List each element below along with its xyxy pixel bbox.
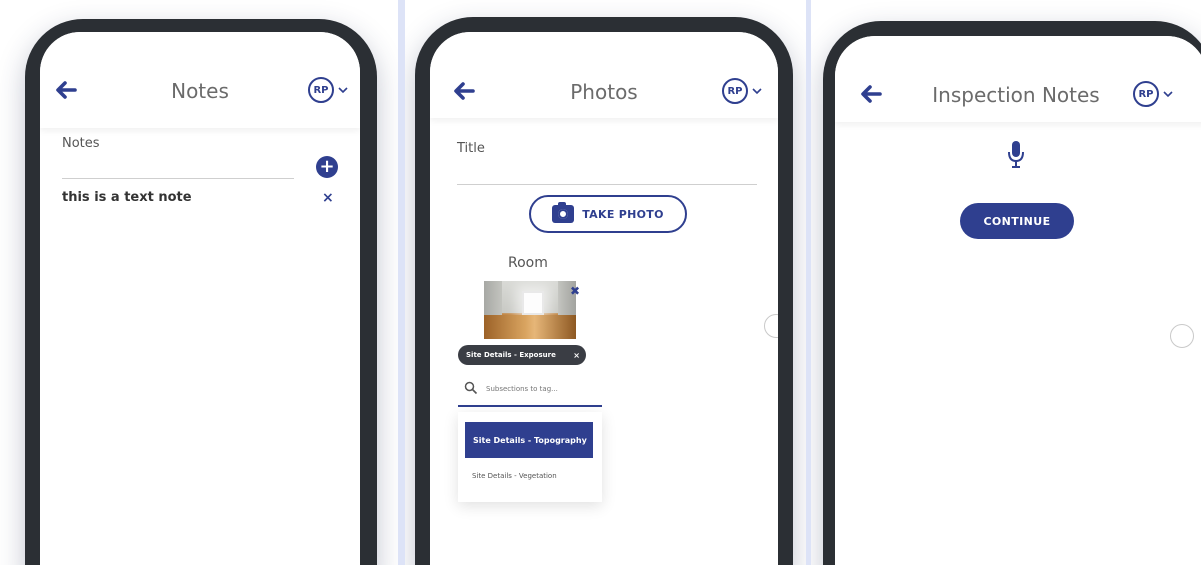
title-input-underline[interactable] <box>457 184 757 185</box>
search-input[interactable] <box>486 382 616 396</box>
search-icon <box>464 381 478 395</box>
app-bar: Notes RP <box>40 32 360 128</box>
scroll-handle[interactable] <box>1170 324 1194 348</box>
inspection-screen: Inspection Notes RP CONTINUE <box>835 36 1201 565</box>
chevron-down-icon[interactable] <box>752 87 762 95</box>
microphone-icon[interactable] <box>1006 140 1026 170</box>
chevron-down-icon[interactable] <box>338 86 348 94</box>
app-bar: Photos RP <box>430 32 778 118</box>
photos-screen: Photos RP Title TAKE PHOTO Room ✖ Site D… <box>430 32 778 565</box>
tag-dropdown: Site Details - Topography Site Details -… <box>458 412 602 502</box>
room-photo-thumbnail[interactable] <box>484 281 576 339</box>
camera-icon <box>552 202 575 223</box>
title-field-label: Title <box>457 141 485 156</box>
tag-chip[interactable]: Site Details - Exposure × <box>458 345 586 365</box>
notes-panel: Notes RP Notes + this is a text note × <box>0 0 398 565</box>
inspection-notes-panel: Inspection Notes RP CONTINUE <box>811 0 1201 565</box>
add-circle-icon[interactable]: + <box>316 156 338 178</box>
notes-input-underline[interactable] <box>62 178 294 179</box>
take-photo-label: TAKE PHOTO <box>582 207 664 221</box>
chevron-down-icon[interactable] <box>1163 90 1173 98</box>
notes-screen: Notes RP Notes + this is a text note × <box>40 32 360 565</box>
avatar[interactable]: RP <box>722 78 748 104</box>
notes-field-label: Notes <box>62 136 100 151</box>
note-item-text: this is a text note <box>62 190 192 205</box>
avatar[interactable]: RP <box>308 77 334 103</box>
app-bar: Inspection Notes RP <box>835 36 1201 122</box>
photos-panel: Photos RP Title TAKE PHOTO Room ✖ Site D… <box>405 0 806 565</box>
take-photo-button[interactable]: TAKE PHOTO <box>529 195 687 233</box>
continue-button[interactable]: CONTINUE <box>960 203 1074 239</box>
dropdown-option[interactable]: Site Details - Vegetation <box>472 472 557 480</box>
close-icon[interactable]: × <box>573 351 580 360</box>
scroll-handle[interactable] <box>764 314 778 338</box>
avatar[interactable]: RP <box>1133 81 1159 107</box>
room-label: Room <box>508 255 548 271</box>
tag-chip-label: Site Details - Exposure <box>466 351 556 359</box>
dropdown-option-selected[interactable]: Site Details - Topography <box>465 422 593 458</box>
remove-photo-icon[interactable]: ✖ <box>570 284 580 298</box>
close-icon[interactable]: × <box>322 190 334 206</box>
search-underline <box>458 405 602 407</box>
